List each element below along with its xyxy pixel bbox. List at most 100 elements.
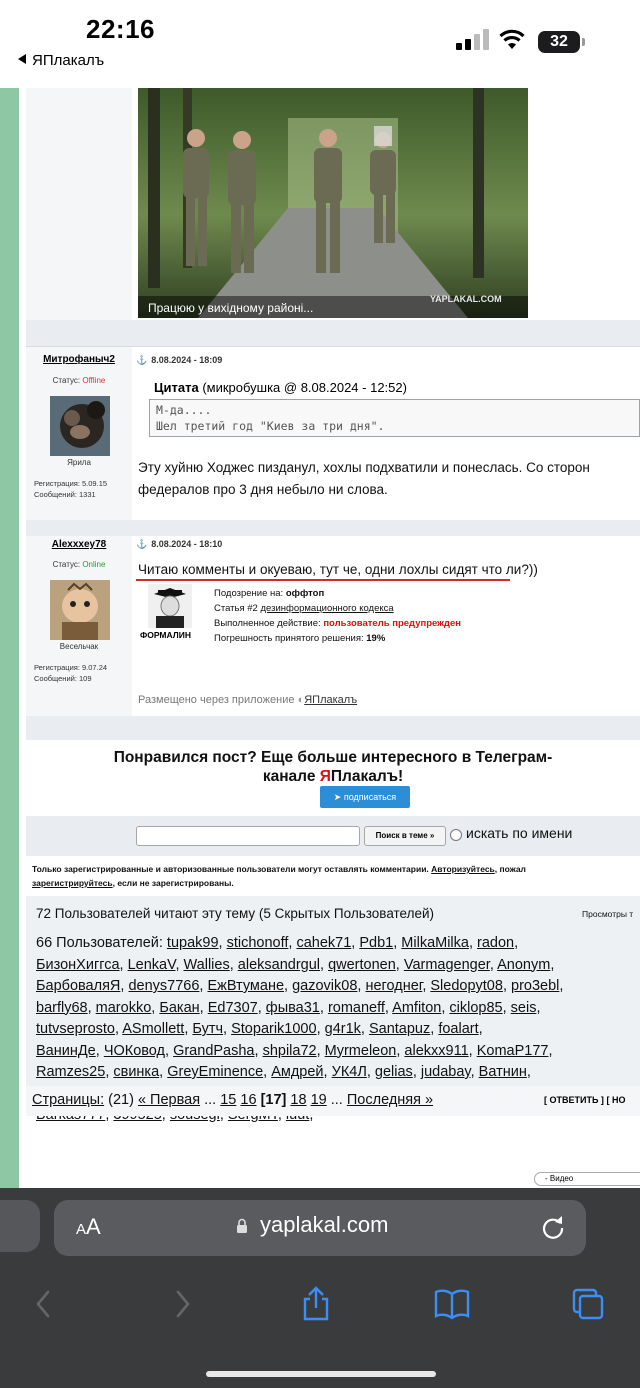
video-dropdown[interactable]: - Видео [534,1172,640,1186]
forward-arrow-icon[interactable] [164,1286,200,1322]
search-by-name-checkbox[interactable] [450,829,462,841]
reader-user-link[interactable]: aleksandrgul [238,957,320,973]
reader-user-link[interactable]: gelias [375,1064,413,1080]
post1-rank: Ярила [67,458,91,467]
post-anchor-icon[interactable]: ⚓ [136,539,147,549]
reader-user-link[interactable]: Anonym [497,957,550,973]
back-arrow-icon[interactable] [26,1286,62,1322]
page-15-link[interactable]: 15 [220,1092,236,1108]
post2-username[interactable]: Alexxxey78 [26,539,132,550]
reader-user-link[interactable]: Бакан [159,1000,199,1016]
reader-user-link[interactable]: Бутч [192,1021,223,1037]
reader-user-link[interactable]: GreyEminence [167,1064,263,1080]
reader-user-link[interactable]: Stoparik1000 [231,1021,316,1037]
new-topic-button[interactable]: [ НО [606,1095,625,1105]
reader-user-link[interactable]: свинка [113,1064,159,1080]
page-16-link[interactable]: 16 [240,1092,256,1108]
post2-text: Читаю комменты и окуеваю, тут че, одни л… [138,562,538,577]
reader-user-link[interactable]: cahek71 [296,935,351,951]
reader-user-link[interactable]: ASmollett [122,1021,184,1037]
article-label: Статья #2 [214,603,258,614]
reader-user-link[interactable]: ЕжВтумане [207,978,284,994]
reader-user-link[interactable]: Santapuz [369,1021,430,1037]
reader-user-link[interactable]: Pdb1 [359,935,393,951]
wifi-icon [499,29,525,49]
page-last-link[interactable]: Последняя » [347,1092,433,1108]
reader-user-link[interactable]: LenkaV [128,957,176,973]
page-18-link[interactable]: 18 [290,1092,306,1108]
reload-icon[interactable] [540,1214,566,1240]
reader-user-link[interactable]: Ramzes25 [36,1064,105,1080]
pages-label[interactable]: Страницы: [32,1092,104,1108]
reader-user-link[interactable]: seis [511,1000,537,1016]
topic-search-input[interactable] [136,826,360,846]
login-link[interactable]: Авторизуйтесь [431,864,495,874]
reader-user-link[interactable]: foalart [438,1021,478,1037]
reader-user-link[interactable]: KomaP177 [477,1043,549,1059]
reader-user-link[interactable]: romaneff [328,1000,385,1016]
reader-user-link[interactable]: Амдрей [271,1064,323,1080]
reader-user-link[interactable]: MilkaMilka [401,935,469,951]
code-link[interactable]: дезинформационного кодекса [260,603,393,614]
page-19-link[interactable]: 19 [311,1092,327,1108]
reply-buttons: [ ОТВЕТИТЬ ] [ НО [544,1095,625,1105]
reader-user-link[interactable]: tupak99 [167,935,219,951]
post-photo[interactable]: Працюю у вихідному районі... YAPLAKAL.CO… [138,88,528,318]
reader-user-link[interactable]: фыва31 [266,1000,320,1016]
reader-user-link[interactable]: radon [477,935,514,951]
register-link[interactable]: зарегистрируйтесь [32,878,113,888]
reader-user-link[interactable]: alekxx911 [404,1043,468,1059]
reader-user-link[interactable]: Wallies [184,957,230,973]
photo-caption: Працюю у вихідному районі... [148,301,313,315]
reader-user-link[interactable]: Sledopyt08 [430,978,503,994]
search-in-topic-button[interactable]: Поиск в теме » [364,826,446,846]
reader-user-link[interactable]: негоднег [365,978,422,994]
reader-user-link[interactable]: barfly68 [36,1000,88,1016]
reader-user-link[interactable]: judabay [421,1064,471,1080]
reader-text-size-button[interactable]: AA [76,1214,101,1240]
back-triangle-icon [18,54,26,64]
post2-date[interactable]: ⚓ 8.08.2024 - 18:10 [136,539,222,550]
post1-username[interactable]: Митрофаныч2 [26,354,132,365]
reader-user-link[interactable]: УК4Л [332,1064,367,1080]
reader-user-link[interactable]: Varmagenger [404,957,490,973]
post-divider-band [26,320,640,346]
reader-user-link[interactable]: denys7766 [128,978,199,994]
reader-user-link[interactable]: Amfiton [392,1000,441,1016]
post2-date-text: 8.08.2024 - 18:10 [151,539,223,549]
reader-user-link[interactable]: g4r1k [325,1021,361,1037]
post1-quote-header: Цитата (микробушка @ 8.08.2024 - 12:52) [154,380,407,395]
reader-user-link[interactable]: pro3ebl [511,978,559,994]
reader-user-link[interactable]: ВанинДе [36,1043,96,1059]
reader-user-link[interactable]: shpila72 [263,1043,317,1059]
page-first-link[interactable]: « Первая [138,1092,200,1108]
reader-user-link[interactable]: БизонХиггса [36,957,120,973]
address-bar[interactable]: AA yaplakal.com [54,1200,586,1256]
reader-user-link[interactable]: qwertonen [328,957,396,973]
reader-user-link[interactable]: ЧОКовод [104,1043,165,1059]
back-to-app-button[interactable]: ЯПлакалъ [18,52,104,69]
notice-text-1: Только зарегистрированные и авторизованн… [32,864,432,874]
reader-user-link[interactable]: GrandPasha [173,1043,254,1059]
reader-user-link[interactable]: ciklop85 [449,1000,502,1016]
reader-user-link[interactable]: marokko [96,1000,152,1016]
reader-user-link[interactable]: gazovik08 [292,978,357,994]
bookmarks-icon[interactable] [434,1286,470,1322]
reader-user-link[interactable]: tutvseprosto [36,1021,115,1037]
reader-user-link[interactable]: Ватнин [479,1064,527,1080]
reader-user-link[interactable]: stichonoff [227,935,289,951]
post1-date[interactable]: ⚓ 8.08.2024 - 18:09 [136,355,222,366]
share-icon[interactable] [298,1286,334,1322]
url-text[interactable]: yaplakal.com [260,1212,388,1238]
post-anchor-icon[interactable]: ⚓ [136,355,147,365]
reply-button[interactable]: [ ОТВЕТИТЬ ] [544,1095,604,1105]
reader-user-link[interactable]: Ed7307 [208,1000,258,1016]
telegram-subscribe-button[interactable]: ➤ подписаться [320,786,410,808]
previous-tab-peek[interactable] [0,1200,40,1252]
post2-avatar[interactable] [50,580,110,640]
post1-avatar[interactable] [50,396,110,456]
reader-user-link[interactable]: Myrmeleon [325,1043,397,1059]
posted-via-app-link[interactable]: ЯПлакалъ [304,694,357,706]
tabs-icon[interactable] [570,1286,606,1322]
reader-user-link[interactable]: БарбоваляЯ [36,978,120,994]
